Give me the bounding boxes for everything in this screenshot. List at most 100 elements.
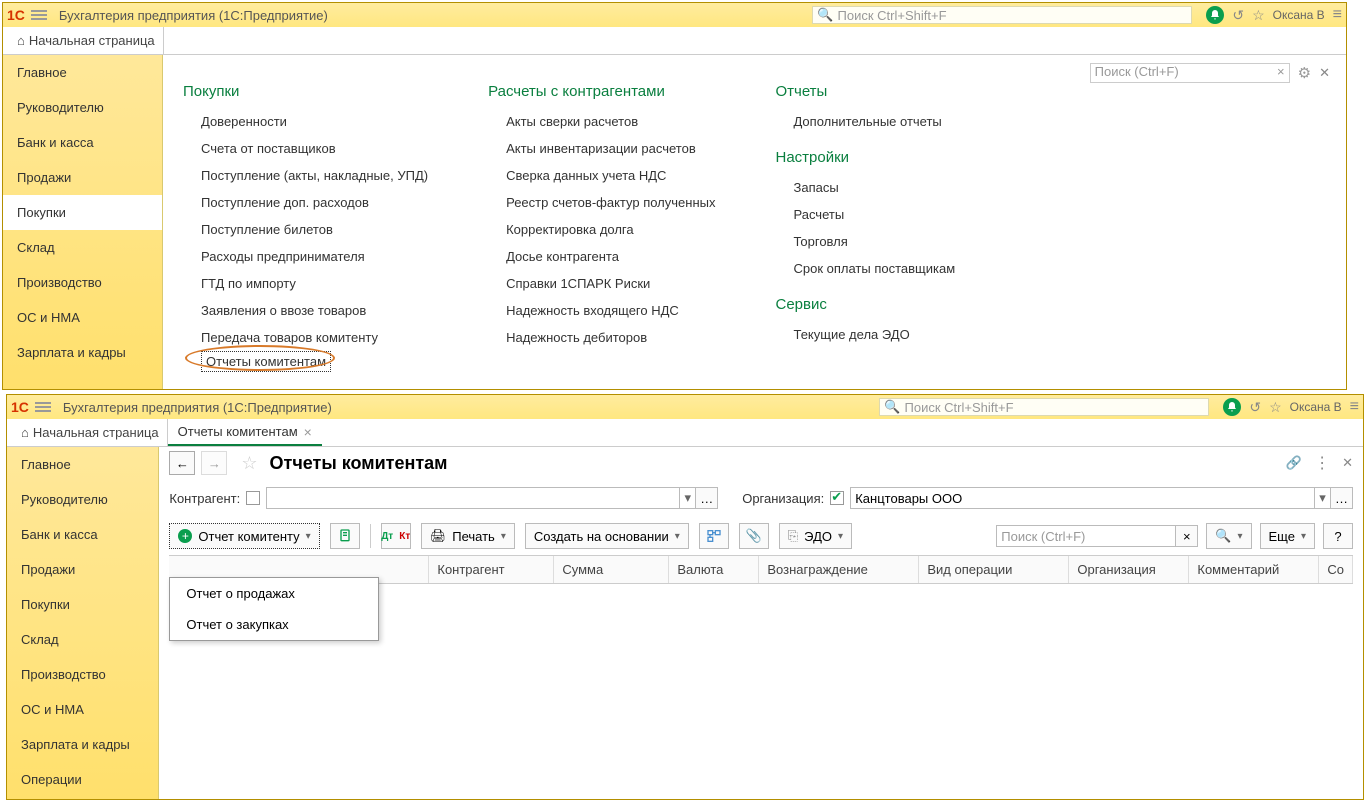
link[interactable]: Расходы предпринимателя (201, 243, 428, 270)
chevron-down-icon[interactable]: ▾ (1314, 488, 1330, 508)
col-co[interactable]: Со (1319, 556, 1353, 583)
back-button[interactable]: ← (169, 451, 195, 475)
col-sum[interactable]: Сумма (554, 556, 669, 583)
link[interactable]: Поступление (акты, накладные, УПД) (201, 162, 428, 189)
checkbox-organization[interactable] (830, 491, 844, 505)
link[interactable]: Акты сверки расчетов (506, 108, 715, 135)
sidebar-item-production[interactable]: Производство (3, 265, 162, 300)
link[interactable]: Надежность входящего НДС (506, 297, 715, 324)
link-icon[interactable]: 🔗 (1286, 455, 1302, 471)
dtkt-button[interactable]: ДтКт (381, 523, 411, 549)
global-search[interactable]: 🔍 Поиск Ctrl+Shift+F (812, 6, 1192, 24)
history-icon[interactable]: ↺ (1232, 7, 1244, 24)
link[interactable]: Запасы (793, 174, 955, 201)
sidebar-item-warehouse[interactable]: Склад (3, 230, 162, 265)
link[interactable]: Расчеты (793, 201, 955, 228)
link[interactable]: ГТД по импорту (201, 270, 428, 297)
link[interactable]: Сверка данных учета НДС (506, 162, 715, 189)
menu-item-purchase-report[interactable]: Отчет о закупках (170, 609, 378, 640)
close-icon[interactable]: ✕ (1342, 455, 1353, 471)
section-search-clear-icon[interactable]: × (1277, 64, 1285, 79)
tab-reports-committents[interactable]: Отчеты комитентам × (168, 419, 322, 446)
col-comment[interactable]: Комментарий (1189, 556, 1319, 583)
sidebar-item-payroll[interactable]: Зарплата и кадры (7, 727, 158, 762)
checkbox-contragent[interactable] (246, 491, 260, 505)
sidebar-item-production[interactable]: Производство (7, 657, 158, 692)
sidebar-item-manager[interactable]: Руководителю (7, 482, 158, 517)
link[interactable]: Поступление билетов (201, 216, 428, 243)
ellipsis-button[interactable]: … (696, 487, 718, 509)
kebab-icon[interactable]: ⋮ (1314, 453, 1330, 473)
link[interactable]: Срок оплаты поставщикам (793, 255, 955, 282)
edo-button[interactable]: ⎘ ЭДО ▾ (779, 523, 852, 549)
link[interactable]: Корректировка долга (506, 216, 715, 243)
link[interactable]: Дополнительные отчеты (793, 108, 955, 135)
chevron-down-icon[interactable]: ▾ (679, 488, 695, 508)
link[interactable]: Справки 1СПАРК Риски (506, 270, 715, 297)
sidebar-item-main[interactable]: Главное (7, 447, 158, 482)
menu-item-sales-report[interactable]: Отчет о продажах (170, 578, 378, 609)
titlebar-menu-icon[interactable]: ≡ (1350, 398, 1359, 416)
sidebar-item-purchases[interactable]: Покупки (3, 195, 162, 230)
sidebar-item-payroll[interactable]: Зарплата и кадры (3, 335, 162, 370)
sidebar-item-bank[interactable]: Банк и касса (3, 125, 162, 160)
col-organization[interactable]: Организация (1069, 556, 1189, 583)
link[interactable]: Надежность дебиторов (506, 324, 715, 351)
search-clear-button[interactable]: × (1176, 525, 1198, 547)
tab-close-icon[interactable]: × (304, 424, 312, 440)
gear-icon[interactable]: ⚙ (1298, 64, 1311, 82)
sidebar-item-operations[interactable]: Операции (7, 762, 158, 797)
forward-button[interactable]: → (201, 451, 227, 475)
sidebar-item-assets[interactable]: ОС и НМА (3, 300, 162, 335)
main-menu-icon[interactable] (31, 10, 47, 20)
sidebar-item-main[interactable]: Главное (3, 55, 162, 90)
sidebar-item-manager[interactable]: Руководителю (3, 90, 162, 125)
link[interactable]: Поступление доп. расходов (201, 189, 428, 216)
history-icon[interactable]: ↺ (1249, 399, 1261, 416)
link[interactable]: Торговля (793, 228, 955, 255)
main-menu-icon[interactable] (35, 402, 51, 412)
notifications-icon[interactable] (1223, 398, 1241, 416)
related-docs-button[interactable] (699, 523, 729, 549)
link[interactable]: Реестр счетов-фактур полученных (506, 189, 715, 216)
col-contragent[interactable]: Контрагент (429, 556, 554, 583)
tab-home[interactable]: ⌂ Начальная страница (9, 27, 164, 54)
sidebar-item-warehouse[interactable]: Склад (7, 622, 158, 657)
attach-button[interactable]: 📎 (739, 523, 769, 549)
favorite-star-icon[interactable]: ☆ (241, 453, 257, 474)
print-button[interactable]: 🖨 Печать ▾ (421, 523, 515, 549)
help-button[interactable]: ? (1323, 523, 1353, 549)
search-action-button[interactable]: 🔍 ▾ (1206, 523, 1251, 549)
col-fee[interactable]: Вознаграждение (759, 556, 919, 583)
list-search[interactable]: Поиск (Ctrl+F) (996, 525, 1176, 547)
col-operation[interactable]: Вид операции (919, 556, 1069, 583)
titlebar-menu-icon[interactable]: ≡ (1333, 6, 1342, 24)
sidebar-item-purchases[interactable]: Покупки (7, 587, 158, 622)
global-search[interactable]: 🔍 Поиск Ctrl+Shift+F (879, 398, 1209, 416)
favorites-icon[interactable]: ☆ (1269, 399, 1282, 416)
sidebar-item-sales[interactable]: Продажи (3, 160, 162, 195)
sidebar-item-assets[interactable]: ОС и НМА (7, 692, 158, 727)
create-based-on-button[interactable]: Создать на основании ▾ (525, 523, 689, 549)
sidebar-item-sales[interactable]: Продажи (7, 552, 158, 587)
link[interactable]: Досье контрагента (506, 243, 715, 270)
link[interactable]: Акты инвентаризации расчетов (506, 135, 715, 162)
combo-organization[interactable]: Канцтовары ООО▾ (850, 487, 1331, 509)
close-icon[interactable]: ✕ (1319, 65, 1330, 81)
col-currency[interactable]: Валюта (669, 556, 759, 583)
tab-label: Отчеты комитентам (178, 424, 298, 439)
section-search[interactable]: Поиск (Ctrl+F) × (1090, 63, 1290, 83)
link[interactable]: Текущие дела ЭДО (793, 321, 955, 348)
favorites-icon[interactable]: ☆ (1252, 7, 1265, 24)
sidebar-item-bank[interactable]: Банк и касса (7, 517, 158, 552)
more-button[interactable]: Еще ▾ (1260, 523, 1315, 549)
tab-home[interactable]: ⌂ Начальная страница (13, 419, 168, 446)
create-report-button[interactable]: + Отчет комитенту ▾ (169, 523, 319, 549)
link[interactable]: Заявления о ввозе товаров (201, 297, 428, 324)
combo-contragent[interactable]: ▾ (266, 487, 696, 509)
copy-document-button[interactable] (330, 523, 360, 549)
link[interactable]: Счета от поставщиков (201, 135, 428, 162)
link[interactable]: Доверенности (201, 108, 428, 135)
notifications-icon[interactable] (1206, 6, 1224, 24)
ellipsis-button[interactable]: … (1331, 487, 1353, 509)
